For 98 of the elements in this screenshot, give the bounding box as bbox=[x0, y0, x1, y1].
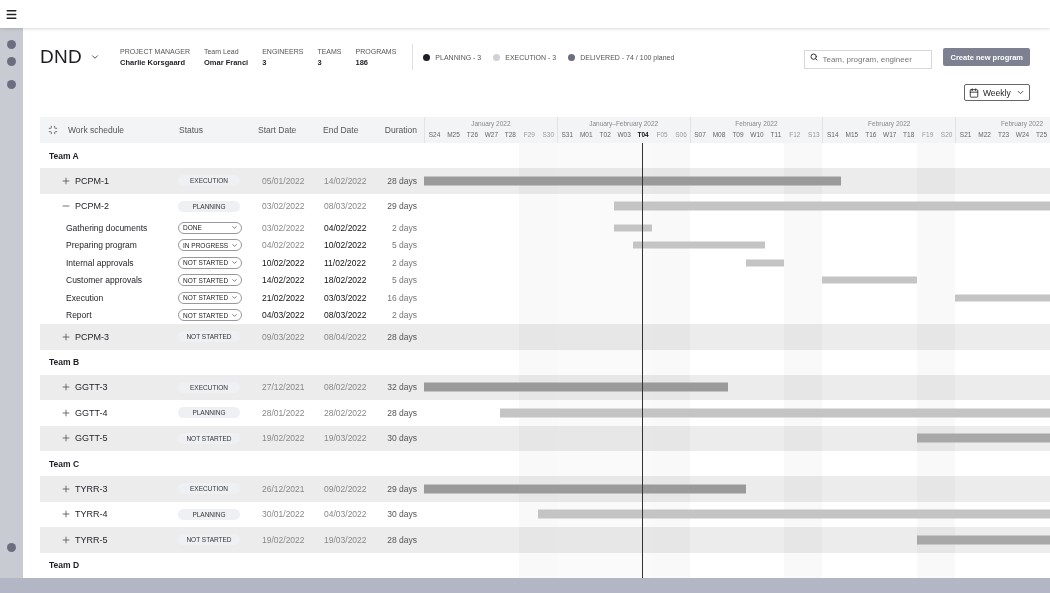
start-date: 03/02/2022 bbox=[262, 201, 305, 212]
start-date: 05/01/2022 bbox=[262, 175, 305, 186]
start-date: 14/02/2022 bbox=[262, 275, 305, 286]
end-date: 19/03/2022 bbox=[324, 433, 367, 444]
duration: 5 days bbox=[391, 275, 417, 286]
duration: 2 days bbox=[391, 222, 417, 233]
end-date: 08/03/2022 bbox=[324, 201, 367, 212]
program-toggle[interactable]: TYRR-3 bbox=[61, 483, 108, 494]
column-header: Status bbox=[179, 125, 204, 135]
end-date: 08/02/2022 bbox=[324, 382, 367, 393]
end-date: 03/03/2022 bbox=[324, 292, 367, 303]
task-name: Customer approvals bbox=[65, 275, 143, 286]
chevron-down-icon bbox=[1016, 88, 1025, 97]
plus-icon bbox=[61, 433, 71, 444]
chevron-down-icon bbox=[231, 224, 238, 232]
start-date: 04/02/2022 bbox=[262, 240, 305, 251]
chevron-down-icon bbox=[231, 259, 239, 267]
program-toggle[interactable]: GGTT-4 bbox=[61, 407, 108, 418]
duration: 30 days bbox=[387, 509, 417, 520]
project-title: DND bbox=[40, 46, 83, 68]
end-date: 11/02/2022 bbox=[324, 257, 366, 268]
rail-dot[interactable] bbox=[7, 57, 16, 66]
duration: 30 days bbox=[387, 433, 417, 444]
column-header: Duration bbox=[384, 125, 417, 135]
search-field[interactable]: Team, program, engineer bbox=[804, 49, 933, 69]
chevron-down-icon bbox=[231, 311, 239, 319]
plus-icon bbox=[61, 175, 71, 186]
duration: 29 days bbox=[387, 483, 417, 494]
calendar-icon bbox=[969, 87, 979, 98]
rail-dot[interactable] bbox=[7, 80, 16, 89]
menu-button[interactable] bbox=[5, 7, 18, 21]
task-name: Preparing program bbox=[65, 240, 137, 251]
duration: 16 days bbox=[387, 292, 417, 303]
chevron-down-icon[interactable] bbox=[90, 52, 101, 62]
plus-icon bbox=[61, 483, 71, 494]
plus-icon bbox=[61, 382, 71, 393]
duration: 2 days bbox=[391, 310, 417, 321]
end-date: 14/02/2022 bbox=[324, 175, 367, 186]
task-name: Report bbox=[65, 310, 92, 321]
chevron-down-icon bbox=[231, 294, 239, 302]
plus-icon bbox=[61, 407, 71, 418]
duration: 28 days bbox=[387, 407, 417, 418]
plus-icon bbox=[61, 331, 71, 342]
team-name: Team C bbox=[48, 458, 80, 469]
start-date: 19/02/2022 bbox=[262, 534, 305, 545]
end-date: 18/02/2022 bbox=[324, 275, 367, 286]
end-date: 04/03/2022 bbox=[324, 509, 367, 520]
start-date: 19/02/2022 bbox=[262, 433, 305, 444]
program-toggle[interactable]: GGTT-3 bbox=[61, 382, 108, 393]
end-date: 19/03/2022 bbox=[324, 534, 367, 545]
end-date: 28/02/2022 bbox=[324, 407, 367, 418]
collapse-icon[interactable] bbox=[48, 125, 58, 135]
duration: 32 days bbox=[387, 382, 417, 393]
task-name: Execution bbox=[65, 292, 104, 303]
search-icon bbox=[810, 52, 819, 61]
start-date: 04/03/2022 bbox=[262, 310, 305, 321]
column-header: Start Date bbox=[258, 125, 297, 135]
program-toggle[interactable]: PCPM-1 bbox=[61, 175, 109, 186]
start-date: 10/02/2022 bbox=[262, 257, 305, 268]
rail-dot[interactable] bbox=[7, 40, 16, 49]
start-date: 26/12/2021 bbox=[262, 483, 305, 494]
end-date: 09/02/2022 bbox=[324, 483, 367, 494]
task-name: Internal approvals bbox=[65, 257, 134, 268]
program-toggle[interactable]: TYRR-4 bbox=[61, 509, 108, 520]
end-date: 10/02/2022 bbox=[324, 240, 367, 251]
start-date: 27/12/2021 bbox=[262, 382, 305, 393]
program-toggle[interactable]: GGTT-5 bbox=[61, 433, 108, 444]
duration: 28 days bbox=[387, 534, 417, 545]
start-date: 21/02/2022 bbox=[262, 292, 305, 303]
task-name: Gathering documents bbox=[65, 222, 148, 233]
rail-dot[interactable] bbox=[7, 543, 16, 552]
end-date: 08/04/2022 bbox=[324, 331, 367, 342]
program-toggle[interactable]: TYRR-5 bbox=[61, 534, 108, 545]
duration: 29 days bbox=[387, 201, 417, 212]
team-name: Team D bbox=[48, 560, 80, 570]
view-select[interactable]: Weekly bbox=[964, 84, 1030, 101]
end-date: 04/02/2022 bbox=[324, 222, 367, 233]
start-date: 30/01/2022 bbox=[262, 509, 305, 520]
duration: 2 days bbox=[391, 257, 417, 268]
column-header: Work schedule bbox=[68, 125, 125, 135]
duration: 28 days bbox=[387, 175, 417, 186]
start-date: 28/01/2022 bbox=[262, 407, 305, 418]
gantt-bar bbox=[613, 224, 652, 232]
duration: 5 days bbox=[391, 240, 417, 251]
column-header: End Date bbox=[323, 125, 359, 135]
program-toggle[interactable]: PCPM-2 bbox=[61, 201, 109, 212]
chevron-down-icon bbox=[231, 276, 239, 284]
start-date: 09/03/2022 bbox=[262, 331, 305, 342]
chevron-down-icon bbox=[231, 241, 239, 249]
plus-icon bbox=[61, 534, 71, 545]
start-date: 03/02/2022 bbox=[262, 222, 305, 233]
team-name: Team B bbox=[48, 357, 80, 367]
end-date: 08/03/2022 bbox=[324, 310, 367, 321]
gantt-bar bbox=[746, 259, 785, 267]
plus-icon bbox=[61, 509, 71, 520]
duration: 28 days bbox=[387, 331, 417, 342]
program-toggle[interactable]: PCPM-3 bbox=[61, 331, 109, 342]
team-name: Team A bbox=[48, 150, 79, 161]
